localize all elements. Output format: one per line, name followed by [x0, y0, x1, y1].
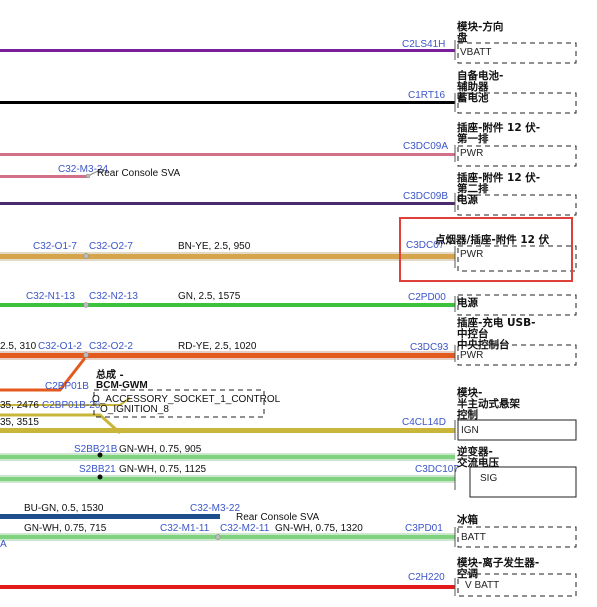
label-wire10-a: A — [0, 539, 7, 550]
comp8-sub2: 控制 — [457, 408, 478, 421]
comp10-pin: BATT — [461, 532, 486, 543]
label-wire9-spec2: GN-WH, 0.75, 1125 — [119, 464, 207, 475]
label-wire10-spec2: GN-WH, 0.75, 715 — [24, 523, 107, 534]
label-c4cl14d: C4CL14D — [402, 417, 446, 428]
comp5-pin: PWR — [460, 249, 483, 260]
comp1-sub: 盘 — [457, 31, 468, 44]
label-c2bp01b-26: C2BP01B-26 — [42, 400, 101, 411]
label-wire5-spec: BN-YE, 2.5, 950 — [178, 241, 251, 252]
label-wire9-spec1: GN-WH, 0.75, 905 — [119, 444, 202, 455]
label-c32-o1-7: C32-O1-7 — [33, 241, 77, 252]
comp4-sub2: 电源 — [457, 193, 478, 206]
label-rear-console-sva-2: Rear Console SVA — [236, 512, 320, 523]
label-c3dc107: C3DC107 — [415, 464, 459, 475]
wire-1 — [0, 49, 455, 52]
comp11-pin: V BATT — [465, 580, 499, 591]
label-wire10-spec1: BU-GN, 0.5, 1530 — [24, 503, 104, 514]
label-c2pd00: C2PD00 — [408, 292, 446, 303]
label-wire8-n1: 35, 2476 — [0, 400, 39, 411]
comp10-title: 冰箱 — [457, 513, 478, 526]
comp3-pin: PWR — [460, 148, 483, 159]
wire-2 — [0, 101, 455, 104]
comp7-pin: PWR — [460, 350, 483, 361]
label-wire6-spec: GN, 2.5, 1575 — [178, 291, 241, 302]
label-wire7-prefix: 2.5, 310 — [0, 341, 37, 352]
label-rear-console-sva-1: Rear Console SVA — [97, 168, 181, 179]
label-c2h220: C2H220 — [408, 572, 445, 583]
label-c2bp01b: C2BP01B — [45, 381, 89, 392]
comp9-pin: SIG — [480, 473, 497, 484]
wire-11 — [0, 585, 455, 589]
wire-9b — [0, 477, 455, 481]
wire-9a — [0, 455, 455, 459]
wire-8 — [0, 428, 455, 433]
wire-3b — [0, 175, 88, 178]
wire-10b — [0, 535, 455, 539]
label-wire10-spec3: GN-WH, 0.75, 1320 — [275, 523, 363, 534]
comp3-sub: 第一排 — [457, 132, 489, 145]
label-c32-o2-7: C32-O2-7 — [89, 241, 133, 252]
label-c32-n1-13: C32-N1-13 — [26, 291, 75, 302]
label-c3dc09a: C3DC09A — [403, 141, 448, 152]
wire-3 — [0, 153, 455, 156]
comp6-title: 电源 — [457, 296, 478, 309]
wiring-diagram: C2LS41H C1RT16 C3DC09A C3DC09B C3DC07 C2… — [0, 20, 577, 597]
label-c3pd01: C3PD01 — [405, 523, 443, 534]
comp9-sub: 交流电压 — [457, 456, 499, 469]
label-c32-n2-13: C32-N2-13 — [89, 291, 138, 302]
comp5-title: 点烟器/插座-附件 12 伏 — [435, 233, 550, 246]
wire-6 — [0, 303, 455, 307]
comp8-pin: IGN — [461, 425, 479, 436]
label-wire7-spec: RD-YE, 2.5, 1020 — [178, 341, 257, 352]
label-s2bb21b: S2BB21B — [74, 444, 118, 455]
label-c2ls41h: C2LS41H — [402, 39, 445, 50]
label-c3dc09b: C3DC09B — [403, 191, 448, 202]
label-c32-o1-2: C32-O1-2 — [38, 341, 82, 352]
comp11-sub: 空调 — [457, 567, 478, 580]
label-o-ignition: O_IGNITION_8 — [100, 404, 169, 415]
comp2-sub2: 蓄电池 — [457, 91, 489, 104]
label-wire8-n2: 35, 3515 — [0, 417, 39, 428]
comp1-pin: VBATT — [460, 47, 491, 58]
wire-5 — [0, 254, 455, 259]
wire-4 — [0, 202, 455, 205]
label-bcm-gwm: BCM-GWM — [96, 380, 148, 391]
label-c1rt16: C1RT16 — [408, 90, 445, 101]
label-c32-m1-11: C32-M1-11 — [160, 523, 210, 534]
wire-7 — [0, 353, 455, 358]
label-c3dc93: C3DC93 — [410, 342, 449, 353]
label-s2bb21: S2BB21 — [79, 464, 116, 475]
label-c32-o2-2: C32-O2-2 — [89, 341, 133, 352]
label-c32-m3-22: C32-M3-22 — [190, 503, 240, 514]
label-c32-m2-11: C32-M2-11 — [220, 523, 270, 534]
wire-10 — [0, 514, 220, 519]
